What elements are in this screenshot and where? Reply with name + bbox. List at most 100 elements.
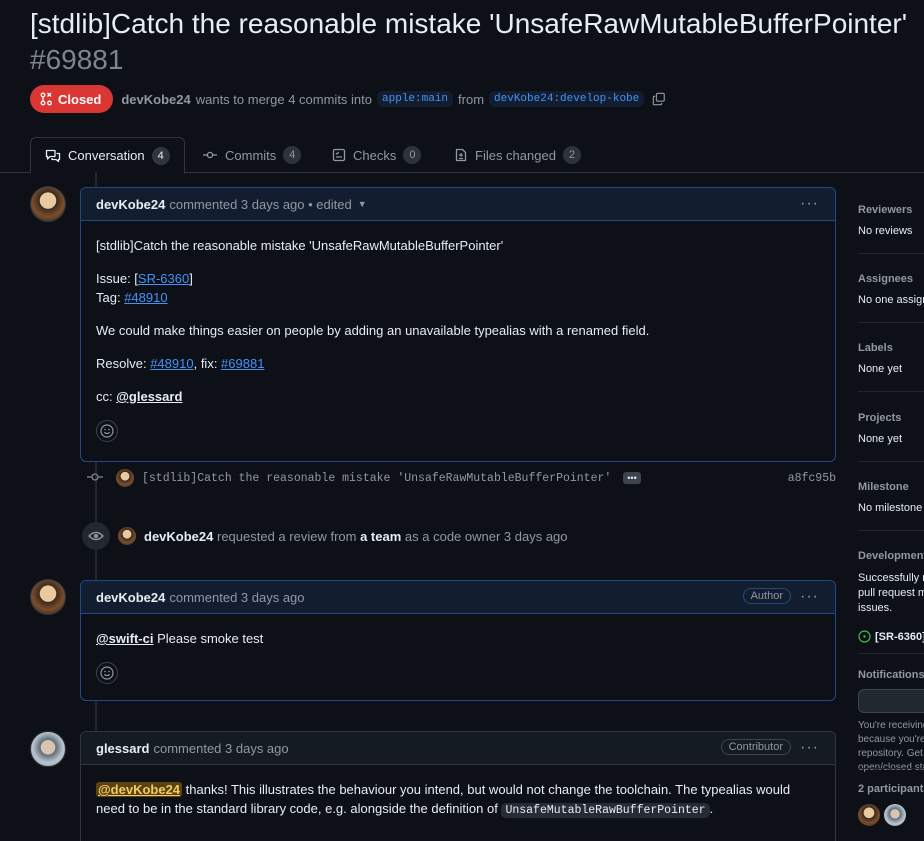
- tab-files-changed[interactable]: Files changed 2: [440, 137, 595, 173]
- merge-text: wants to merge 4 commits into: [195, 91, 373, 107]
- eye-icon: [82, 522, 110, 550]
- pr-title-text: [stdlib]Catch the reasonable mistake 'Un…: [30, 8, 908, 39]
- comment-meta[interactable]: commented 3 days ago: [153, 741, 288, 756]
- comment-header: glessard commented 3 days ago Contributo…: [81, 732, 835, 765]
- tag-link[interactable]: #48910: [124, 290, 167, 305]
- kebab-menu-icon[interactable]: ···: [800, 195, 819, 213]
- copy-icon[interactable]: [652, 92, 666, 106]
- avatar[interactable]: [30, 731, 66, 767]
- sidebar-notifications: Notifications You're receiving notificat…: [858, 669, 924, 775]
- sidebar-value: None yet: [858, 363, 903, 375]
- comment-meta[interactable]: commented 3 days ago • edited: [169, 197, 351, 212]
- sidebar-labels[interactable]: Labels None yet: [858, 342, 924, 375]
- add-reaction-button[interactable]: [96, 420, 118, 442]
- sidebar-heading[interactable]: Milestone: [858, 481, 924, 493]
- resolve-link[interactable]: #48910: [150, 356, 193, 371]
- fix-link[interactable]: #69881: [221, 356, 264, 371]
- issue-close: ]: [189, 271, 193, 286]
- commit-sha[interactable]: a8fc95b: [788, 472, 836, 485]
- comment-author[interactable]: devKobe24: [96, 197, 165, 212]
- sidebar-heading: 2 participants: [858, 783, 924, 795]
- base-branch[interactable]: apple:main: [377, 91, 454, 107]
- mention-link[interactable]: @swift-ci: [96, 631, 153, 646]
- mention-link[interactable]: @devKobe24: [96, 782, 183, 797]
- sidebar-projects[interactable]: Projects None yet: [858, 412, 924, 445]
- event-team[interactable]: a team: [360, 529, 401, 544]
- sidebar-heading[interactable]: Labels: [858, 342, 924, 354]
- subscribe-button[interactable]: [858, 689, 924, 713]
- pr-tabs: Conversation 4 Commits 4 Checks 0 Files …: [0, 137, 924, 174]
- event-author[interactable]: devKobe24: [144, 529, 213, 544]
- chevron-down-icon[interactable]: ▼: [358, 199, 367, 209]
- comment-text-end: .: [709, 801, 714, 816]
- comment-paragraph: We could make things easier on people by…: [96, 323, 650, 338]
- tab-counter: 2: [562, 146, 582, 164]
- cc-mention[interactable]: @glessard: [116, 389, 182, 404]
- review-request-event: devKobe24 requested a review from a team…: [82, 522, 568, 550]
- commit-message[interactable]: [stdlib]Catch the reasonable mistake 'Un…: [142, 472, 611, 485]
- avatar[interactable]: [30, 579, 66, 615]
- kebab-menu-icon[interactable]: ···: [800, 739, 819, 757]
- author-badge: Author: [742, 588, 791, 604]
- from-text: from: [458, 91, 485, 107]
- issue-tag-block: Issue: [SR-6360] Tag: #48910: [96, 269, 820, 307]
- tab-conversation[interactable]: Conversation 4: [30, 137, 185, 174]
- sidebar-heading[interactable]: Reviewers: [858, 204, 924, 216]
- pull-request-closed-icon: [40, 92, 52, 106]
- event-text-2: as a code owner 3 days ago: [404, 528, 568, 544]
- sidebar-assignees[interactable]: Assignees No one assigned: [858, 273, 924, 306]
- tab-commits[interactable]: Commits 4: [188, 137, 315, 173]
- linked-issue[interactable]: [SR-6360]: [858, 630, 924, 643]
- divider: [858, 391, 924, 392]
- comment-header: devKobe24 commented 3 days ago • edited …: [81, 188, 835, 221]
- head-branch[interactable]: devKobe24:develop-kobe: [489, 91, 645, 107]
- commit-row: [stdlib]Catch the reasonable mistake 'Un…: [86, 467, 836, 489]
- tab-counter: 4: [283, 146, 302, 164]
- kebab-menu-icon[interactable]: ···: [800, 588, 819, 606]
- git-commit-icon: [203, 151, 217, 159]
- comment-text: @swift-ci Please smoke test: [96, 629, 820, 648]
- tab-label: Files changed: [475, 147, 556, 163]
- sidebar-heading[interactable]: Projects: [858, 412, 924, 424]
- status-badge: Closed: [30, 85, 114, 113]
- avatar[interactable]: [884, 804, 906, 826]
- git-commit-icon: [86, 472, 106, 485]
- sidebar-heading[interactable]: Development: [858, 550, 924, 562]
- divider: [858, 322, 924, 323]
- avatar[interactable]: [116, 469, 134, 487]
- comment-body: @devKobe24 thanks! This illustrates the …: [81, 765, 835, 841]
- sidebar-reviewers[interactable]: Reviewers No reviews: [858, 204, 924, 237]
- sidebar-value: No reviews: [858, 225, 913, 237]
- sidebar-development[interactable]: Development Successfully merging this pu…: [858, 550, 924, 643]
- contributor-badge: Contributor: [720, 739, 791, 755]
- commit-expand-button[interactable]: •••: [623, 472, 641, 484]
- comment-meta[interactable]: commented 3 days ago: [169, 590, 304, 605]
- sidebar-heading[interactable]: Assignees: [858, 273, 924, 285]
- divider: [858, 768, 924, 769]
- comment-body: [stdlib]Catch the reasonable mistake 'Un…: [81, 221, 835, 454]
- divider: [858, 253, 924, 254]
- divider: [858, 653, 924, 654]
- comment-discussion-icon: [45, 149, 61, 162]
- resolve-line: Resolve: #48910, fix: #69881: [96, 354, 820, 373]
- sidebar-milestone[interactable]: Milestone No milestone: [858, 481, 924, 514]
- comment-text: @devKobe24 thanks! This illustrates the …: [96, 780, 820, 820]
- issue-link[interactable]: SR-6360: [138, 271, 189, 286]
- comment-author[interactable]: devKobe24: [96, 590, 165, 605]
- comment-author[interactable]: glessard: [96, 741, 149, 756]
- comment-card: glessard commented 3 days ago Contributo…: [80, 731, 836, 841]
- pr-author-link[interactable]: devKobe24: [121, 92, 190, 107]
- linked-issue-label: [SR-6360]: [875, 630, 924, 643]
- add-reaction-button[interactable]: [96, 662, 118, 684]
- pr-state-row: Closed devKobe24 wants to merge 4 commit…: [30, 85, 666, 113]
- pr-sidebar: Reviewers No reviews Assignees No one as…: [858, 190, 924, 841]
- tab-label: Checks: [353, 147, 397, 163]
- tab-checks[interactable]: Checks 0: [318, 137, 435, 173]
- avatar[interactable]: [30, 186, 66, 222]
- comment-body: @swift-ci Please smoke test: [81, 614, 835, 696]
- comment-title-line: [stdlib]Catch the reasonable mistake 'Un…: [96, 238, 504, 253]
- event-text-1: requested a review from: [217, 528, 357, 544]
- avatar[interactable]: [118, 527, 136, 545]
- event-text: devKobe24 requested a review from a team…: [144, 529, 568, 544]
- avatar[interactable]: [858, 804, 880, 826]
